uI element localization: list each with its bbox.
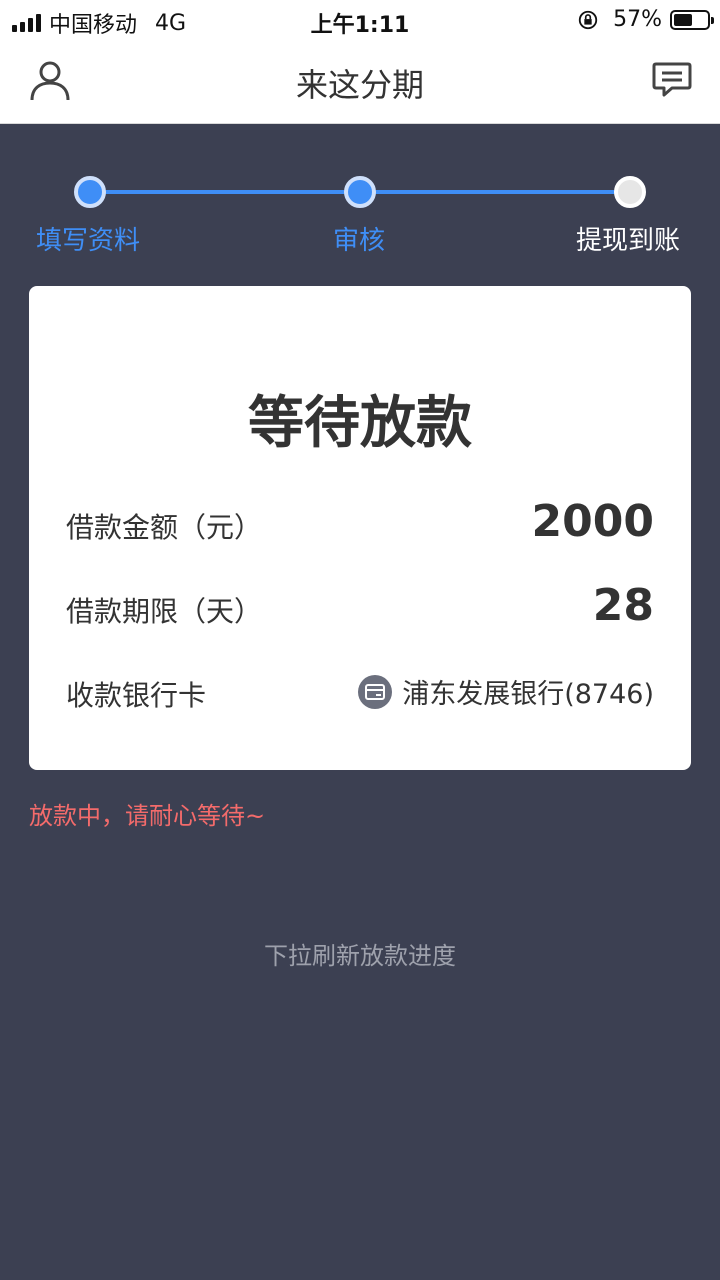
message-icon[interactable] (652, 60, 692, 98)
bank-label: 收款银行卡 (66, 679, 207, 712)
bank-info: 浦东发展银行(8746) (358, 672, 654, 711)
step-label-2: 审核 (333, 226, 386, 256)
loan-status-card: 等待放款 借款金额（元） 2000 借款期限（天） 28 收款银行卡 浦东发展银… (29, 286, 691, 770)
bank-row: 收款银行卡 浦东发展银行(8746) (66, 660, 654, 720)
step-connector-2 (360, 190, 630, 194)
battery-percent: 57% (613, 7, 662, 32)
progress-stepper: 填写资料 审核 提现到账 (0, 124, 720, 274)
pull-to-refresh-hint: 下拉刷新放款进度 (264, 942, 456, 970)
step-dot-2 (344, 176, 376, 208)
step-connector-1 (90, 190, 360, 194)
battery-fill (674, 13, 693, 26)
term-value: 28 (592, 580, 654, 631)
bank-name: 浦东发展银行(8746) (402, 679, 654, 710)
amount-label: 借款金额（元） (66, 511, 263, 544)
status-right: 57% (577, 7, 714, 32)
status-notice: 放款中，请耐心等待~ (29, 802, 266, 830)
step-label-1: 填写资料 (36, 226, 141, 256)
term-row: 借款期限（天） 28 (66, 576, 654, 636)
orientation-lock-icon (578, 10, 598, 29)
card-icon (358, 674, 393, 709)
card-title: 等待放款 (248, 391, 472, 456)
step-label-3: 提现到账 (576, 226, 681, 256)
battery-icon (670, 9, 714, 30)
status-bar: 中国移动 4G 上午1:11 57% (0, 0, 720, 40)
step-dot-1 (74, 176, 106, 208)
amount-value: 2000 (531, 496, 654, 547)
step-dot-3 (614, 176, 646, 208)
nav-bar: 来这分期 (0, 40, 720, 124)
term-label: 借款期限（天） (66, 595, 263, 628)
page-title: 来这分期 (295, 66, 424, 104)
amount-row: 借款金额（元） 2000 (66, 492, 654, 552)
